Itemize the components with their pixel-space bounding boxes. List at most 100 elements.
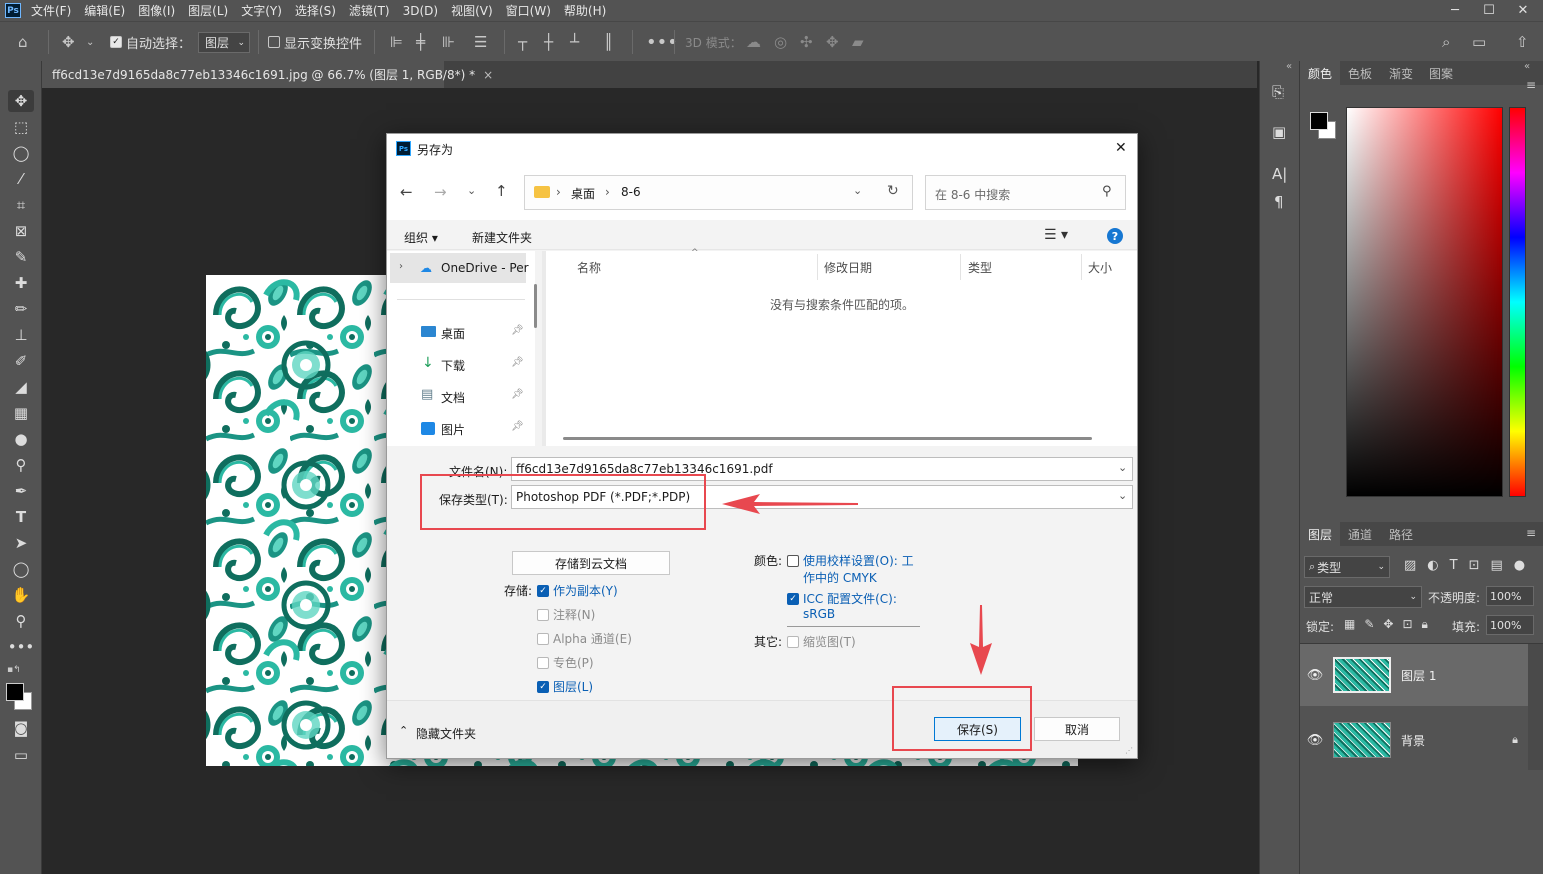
chevron-down-icon[interactable]: ⌄ <box>853 184 862 197</box>
eyedropper-tool-icon[interactable]: ✎ <box>8 246 34 268</box>
history-panel-icon[interactable]: ⎘ <box>1272 83 1284 101</box>
lock-transparent-icon[interactable]: ▦ <box>1344 617 1355 632</box>
layer-name[interactable]: 背景 <box>1401 732 1425 749</box>
tab-swatches[interactable]: 色板 <box>1340 61 1380 85</box>
screen-mode-icon[interactable]: ▭ <box>8 744 34 766</box>
menu-edit[interactable]: 编辑(E) <box>84 2 125 19</box>
healing-brush-tool-icon[interactable]: ✚ <box>8 272 34 294</box>
refresh-icon[interactable]: ↻ <box>887 183 899 199</box>
chevron-down-icon[interactable]: ⌄ <box>1118 489 1127 502</box>
hand-tool-icon[interactable]: ✋ <box>8 584 34 606</box>
edit-toolbar-icon[interactable]: ••• <box>8 636 35 658</box>
tab-paths[interactable]: 路径 <box>1381 522 1421 546</box>
fill-input[interactable]: 100% <box>1486 615 1534 635</box>
lock-all-icon[interactable]: 🔒︎ <box>1422 617 1428 632</box>
workspace-icon[interactable]: ▭ <box>1472 22 1486 62</box>
stamp-tool-icon[interactable]: ⊥ <box>8 324 34 346</box>
nav-item-desktop[interactable]: 桌面 <box>441 325 465 342</box>
nav-scrollbar[interactable] <box>534 284 537 328</box>
chevron-up-icon[interactable]: ⌃ <box>399 724 408 737</box>
proof-setup-checkbox[interactable] <box>787 555 799 567</box>
panel-menu-icon[interactable]: ≡ <box>1526 78 1536 92</box>
move-tool-icon[interactable]: ✥ <box>8 90 34 112</box>
resize-grip-icon[interactable]: ⋰ <box>1125 746 1133 755</box>
show-transform-checkbox[interactable] <box>268 36 280 48</box>
menu-help[interactable]: 帮助(H) <box>564 2 606 19</box>
alpha-channels-label[interactable]: Alpha 通道(E) <box>553 630 632 647</box>
view-options-icon[interactable]: ☰ ▾ <box>1044 227 1068 243</box>
save-to-cloud-button[interactable]: 存储到云文档 <box>512 551 670 575</box>
crop-tool-icon[interactable]: ⌗ <box>8 194 34 216</box>
align-top-icon[interactable]: ┬ <box>518 22 527 62</box>
align-bottom-icon[interactable]: ┴ <box>570 22 579 62</box>
frame-tool-icon[interactable]: ⊠ <box>8 220 34 242</box>
forward-arrow-icon[interactable]: → <box>434 183 447 201</box>
chevron-down-icon[interactable]: ⌄ <box>1118 461 1127 474</box>
layer-filter-dropdown[interactable]: ⌕ 类型 ⌄ <box>1304 556 1390 578</box>
nav-item-onedrive[interactable]: OneDrive - Per <box>441 261 529 275</box>
icc-profile-checkbox[interactable]: ✓ <box>787 593 799 605</box>
filter-smart-object-icon[interactable]: ▤ <box>1491 558 1503 573</box>
filter-toggle-icon[interactable]: ● <box>1514 558 1525 573</box>
hide-folders-button[interactable]: 隐藏文件夹 <box>416 725 476 742</box>
collapse-icon[interactable]: « <box>1524 61 1530 72</box>
tab-patterns[interactable]: 图案 <box>1421 61 1461 85</box>
auto-select-option[interactable]: ✓ 自动选择： <box>110 22 191 62</box>
annotations-checkbox[interactable] <box>537 609 549 621</box>
3d-pan-icon[interactable]: ✣ <box>800 22 813 62</box>
home-icon[interactable]: ⌂ <box>18 22 28 62</box>
horizontal-scrollbar[interactable] <box>563 437 1092 440</box>
menu-type[interactable]: 文字(Y) <box>241 2 282 19</box>
tab-layers[interactable]: 图层 <box>1300 522 1341 546</box>
filter-shape-icon[interactable]: ⊡ <box>1469 558 1480 573</box>
back-arrow-icon[interactable]: ← <box>400 183 413 201</box>
column-size[interactable]: 大小 <box>1088 259 1112 276</box>
path-selection-tool-icon[interactable]: ➤ <box>8 532 34 554</box>
filter-type-icon[interactable]: T <box>1450 558 1458 573</box>
menu-image[interactable]: 图像(I) <box>138 2 175 19</box>
minimize-button[interactable]: ─ <box>1441 3 1469 18</box>
lasso-tool-icon[interactable]: ◯ <box>8 142 34 164</box>
proof-setup-label[interactable]: 使用校样设置(O): 工 <box>803 552 914 569</box>
icc-profile-label[interactable]: ICC 配置文件(C): <box>803 590 897 607</box>
type-tool-icon[interactable]: T <box>8 506 34 528</box>
organize-button[interactable]: 组织 ▾ <box>404 229 438 246</box>
zoom-tool-icon[interactable]: ⚲ <box>8 610 34 632</box>
share-icon[interactable]: ⇧ <box>1516 22 1529 62</box>
layers-checkbox[interactable]: ✓ <box>537 681 549 693</box>
menu-layer[interactable]: 图层(L) <box>188 2 228 19</box>
recent-chevron-icon[interactable]: ⌄ <box>467 184 476 197</box>
column-type[interactable]: 类型 <box>968 259 992 276</box>
document-tab[interactable]: ff6cd13e7d9165da8c77eb13346c1691.jpg @ 6… <box>42 61 493 88</box>
panel-menu-icon[interactable]: ≡ <box>1526 526 1536 540</box>
chevron-down-icon[interactable]: ⌄ <box>86 22 94 62</box>
tab-color[interactable]: 颜色 <box>1300 61 1341 85</box>
3d-roll-icon[interactable]: ◎ <box>774 22 787 62</box>
nav-item-downloads[interactable]: 下载 <box>441 357 465 374</box>
address-bar[interactable]: › 桌面 › 8-6 ⌄ ↻ <box>524 175 913 210</box>
tab-gradients[interactable]: 渐变 <box>1381 61 1421 85</box>
distribute-v-icon[interactable]: ║ <box>604 22 613 62</box>
alpha-channels-checkbox[interactable] <box>537 633 549 645</box>
spot-colors-label[interactable]: 专色(P) <box>553 654 594 671</box>
column-date[interactable]: 修改日期 <box>824 259 872 276</box>
foreground-color-swatch[interactable] <box>6 683 24 701</box>
character-panel-icon[interactable]: A| <box>1272 165 1287 183</box>
lock-position-icon[interactable]: ✥ <box>1383 617 1393 632</box>
annotations-label[interactable]: 注释(N) <box>553 606 595 623</box>
move-tool-icon[interactable]: ✥ <box>62 22 75 62</box>
visibility-eye-icon[interactable]: 👁︎ <box>1300 733 1330 748</box>
menu-filter[interactable]: 滤镜(T) <box>349 2 390 19</box>
window-close-button[interactable]: ✕ <box>1509 3 1537 18</box>
gradient-tool-icon[interactable]: ▦ <box>8 402 34 424</box>
as-copy-label[interactable]: 作为副本(Y) <box>553 582 618 599</box>
align-right-icon[interactable]: ⊪ <box>442 22 455 62</box>
quick-mask-icon[interactable]: ◙ <box>8 717 34 739</box>
marquee-tool-icon[interactable]: ⬚ <box>8 116 34 138</box>
align-hcenter-icon[interactable]: ╪ <box>416 22 425 62</box>
menu-3d[interactable]: 3D(D) <box>403 4 438 18</box>
filter-adjustment-icon[interactable]: ◐ <box>1427 558 1438 573</box>
3d-slide-icon[interactable]: ✥ <box>826 22 839 62</box>
3d-camera-icon[interactable]: ▰ <box>852 22 864 62</box>
cancel-button[interactable]: 取消 <box>1034 717 1120 741</box>
